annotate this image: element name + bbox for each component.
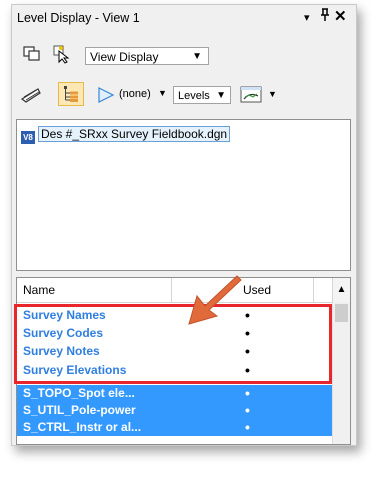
scroll-up-icon[interactable]: ▲ bbox=[332, 278, 350, 302]
display-style-icon[interactable] bbox=[239, 84, 265, 109]
window-title: Level Display - View 1 bbox=[17, 11, 140, 25]
tree-item-file[interactable]: V8 Des #_SRxx Survey Fieldbook.dgn bbox=[21, 126, 231, 144]
level-used-indicator: • bbox=[245, 402, 250, 418]
close-icon[interactable]: ✕ bbox=[334, 8, 347, 26]
filter-value[interactable]: (none) bbox=[119, 88, 151, 100]
view-display-label: View Display bbox=[90, 50, 159, 64]
v8-file-icon: V8 bbox=[21, 131, 35, 144]
filter-chevron-down-icon[interactable]: ▼ bbox=[158, 88, 167, 98]
level-name: Survey Codes bbox=[23, 326, 104, 340]
views-icon[interactable] bbox=[22, 45, 42, 66]
tree-view-toggle[interactable] bbox=[58, 82, 84, 106]
toolbar-row-1: View Display ▼ bbox=[12, 43, 356, 69]
level-used-indicator: • bbox=[245, 385, 250, 401]
level-name: Survey Notes bbox=[23, 344, 100, 358]
level-row-selected[interactable]: S_CTRL_Instr or al... • bbox=[17, 419, 333, 436]
file-label: Des #_SRxx Survey Fieldbook.dgn bbox=[38, 126, 231, 142]
view-display-dropdown[interactable]: View Display ▼ bbox=[85, 47, 209, 65]
level-name: Survey Names bbox=[23, 308, 106, 322]
column-divider[interactable] bbox=[313, 278, 314, 302]
level-name: S_CTRL_Instr or al... bbox=[23, 420, 142, 434]
level-row[interactable]: Survey Elevations • bbox=[17, 362, 333, 379]
scroll-thumb[interactable] bbox=[335, 304, 348, 322]
chevron-down-icon: ▼ bbox=[192, 51, 202, 62]
annotation-arrow-icon bbox=[188, 275, 242, 325]
column-header-used[interactable]: Used bbox=[243, 278, 271, 302]
menu-dropdown-icon[interactable]: ▾ bbox=[304, 9, 310, 27]
tree-icon bbox=[64, 86, 78, 102]
level-used-indicator: • bbox=[245, 362, 250, 378]
chevron-down-icon: ▼ bbox=[216, 90, 226, 101]
column-divider[interactable] bbox=[171, 278, 172, 302]
level-used-indicator: • bbox=[245, 307, 250, 323]
level-name: Survey Elevations bbox=[23, 363, 127, 377]
column-header-name[interactable]: Name bbox=[23, 278, 55, 302]
file-tree: V8 Des #_SRxx Survey Fieldbook.dgn bbox=[16, 119, 351, 271]
vertical-scrollbar[interactable] bbox=[332, 302, 350, 444]
level-row[interactable]: Survey Names • bbox=[17, 307, 333, 324]
level-used-indicator: • bbox=[245, 343, 250, 359]
level-row[interactable]: Survey Codes • bbox=[17, 325, 333, 342]
level-display-panel: Level Display - View 1 ▾ ✕ View Display … bbox=[11, 4, 357, 446]
level-name: S_TOPO_Spot ele... bbox=[23, 386, 135, 400]
level-row-selected[interactable]: S_TOPO_Spot ele... • bbox=[17, 385, 333, 402]
filter-icon[interactable] bbox=[96, 85, 116, 108]
pin-icon[interactable] bbox=[320, 8, 330, 27]
level-row[interactable]: Survey Notes • bbox=[17, 343, 333, 360]
title-bar: Level Display - View 1 ▾ ✕ bbox=[12, 5, 356, 31]
levels-dropdown[interactable]: Levels ▼ bbox=[173, 86, 231, 104]
select-pointer-icon[interactable] bbox=[52, 44, 72, 67]
toolbar-row-2: (none) ▼ Levels ▼ ▼ bbox=[12, 81, 356, 109]
level-used-indicator: • bbox=[245, 419, 250, 435]
level-row-selected[interactable]: S_UTIL_Pole-power • bbox=[17, 402, 333, 419]
level-manager-icon[interactable] bbox=[20, 85, 44, 108]
levels-label: Levels bbox=[178, 90, 210, 102]
level-name: S_UTIL_Pole-power bbox=[23, 403, 136, 417]
level-used-indicator: • bbox=[245, 325, 250, 341]
display-style-chevron-down-icon[interactable]: ▼ bbox=[268, 89, 277, 99]
